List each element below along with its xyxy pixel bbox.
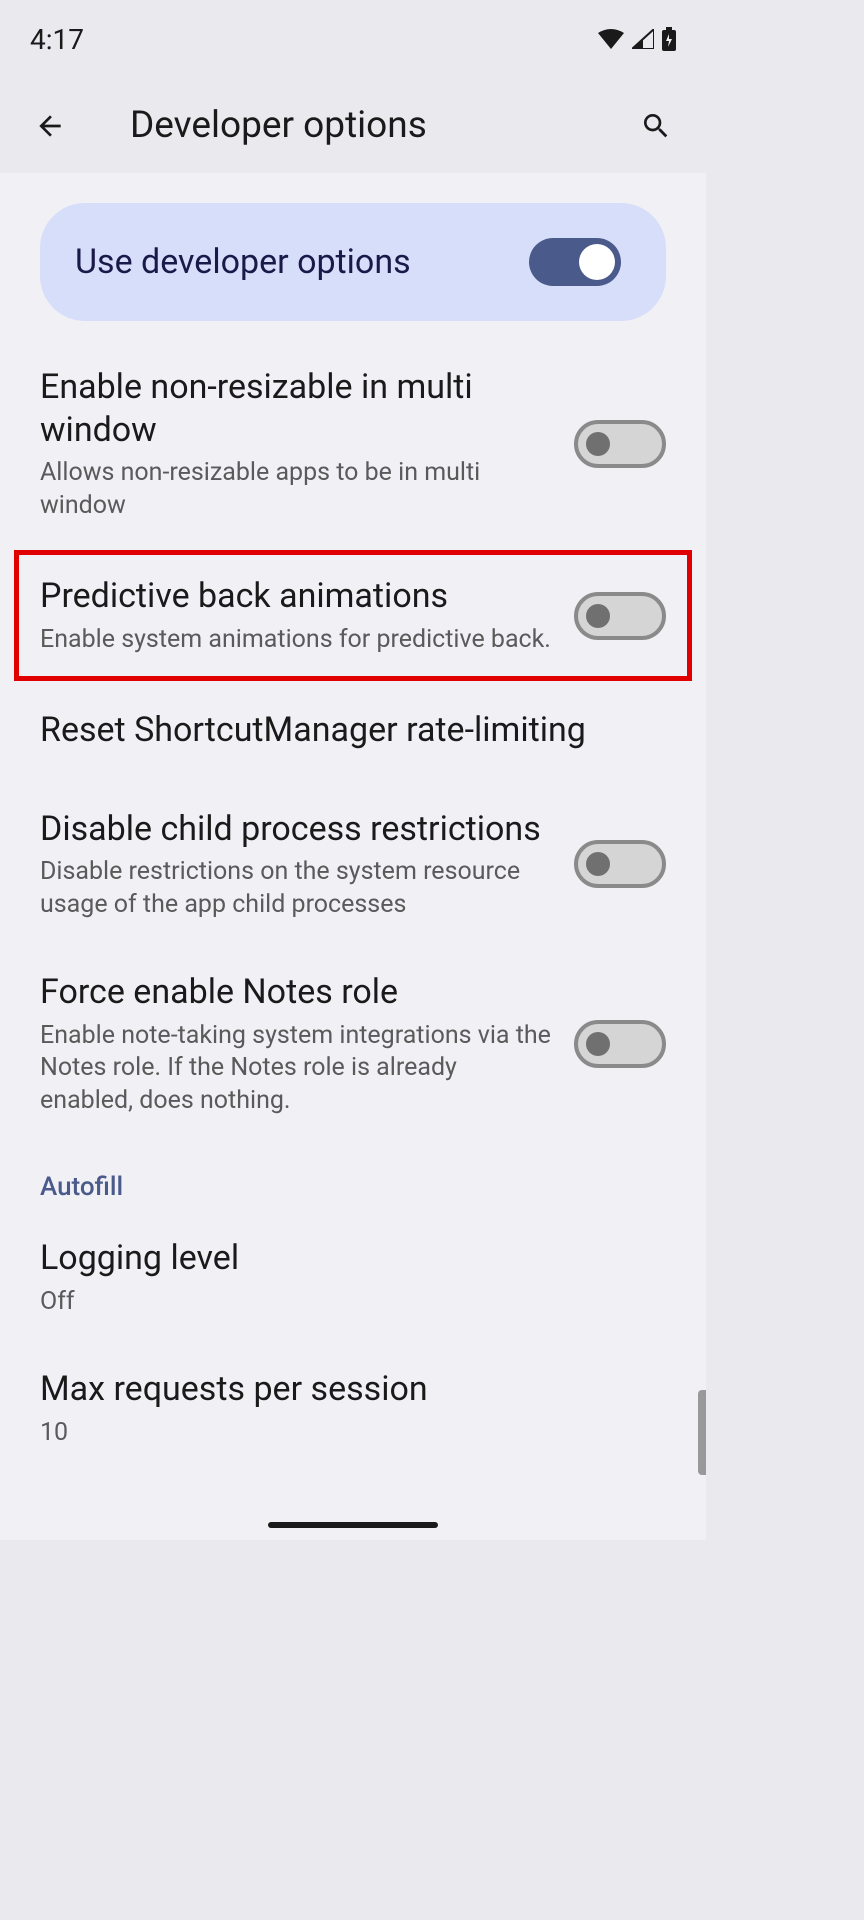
setting-text: Logging level Off xyxy=(40,1237,666,1318)
force-enable-notes-toggle[interactable] xyxy=(574,1020,666,1068)
setting-subtitle: Enable note-taking system integrations v… xyxy=(40,1020,554,1118)
disable-child-process-toggle[interactable] xyxy=(574,840,666,888)
setting-logging-level[interactable]: Logging level Off xyxy=(0,1212,706,1343)
setting-title: Predictive back animations xyxy=(40,575,554,618)
use-developer-options-card[interactable]: Use developer options xyxy=(40,203,666,321)
status-time: 4:17 xyxy=(30,23,84,56)
setting-text: Predictive back animations Enable system… xyxy=(40,575,554,656)
predictive-back-toggle[interactable] xyxy=(574,592,666,640)
signal-icon xyxy=(632,29,654,49)
page-title: Developer options xyxy=(130,104,636,147)
setting-title: Disable child process restrictions xyxy=(40,808,554,851)
setting-text: Force enable Notes role Enable note-taki… xyxy=(40,971,554,1117)
setting-title: Logging level xyxy=(40,1237,666,1280)
setting-text: Enable non-resizable in multi window All… xyxy=(40,366,554,522)
setting-text: Disable child process restrictions Disab… xyxy=(40,808,554,922)
search-icon xyxy=(640,110,672,142)
search-button[interactable] xyxy=(636,106,676,146)
setting-enable-non-resizable[interactable]: Enable non-resizable in multi window All… xyxy=(0,341,706,547)
enable-non-resizable-toggle[interactable] xyxy=(574,420,666,468)
setting-title: Reset ShortcutManager rate-limiting xyxy=(40,709,666,752)
setting-subtitle: Disable restrictions on the system resou… xyxy=(40,856,554,921)
setting-subtitle: 10 xyxy=(40,1417,666,1450)
use-developer-options-label: Use developer options xyxy=(75,242,411,282)
scrollbar[interactable] xyxy=(698,1390,706,1475)
battery-icon xyxy=(662,27,676,51)
wifi-icon xyxy=(598,29,624,49)
use-developer-options-toggle[interactable] xyxy=(529,238,621,286)
setting-title: Enable non-resizable in multi window xyxy=(40,366,554,451)
setting-title: Max requests per session xyxy=(40,1368,666,1411)
arrow-back-icon xyxy=(34,110,66,142)
setting-subtitle: Enable system animations for predictive … xyxy=(40,624,554,657)
app-header: Developer options xyxy=(0,78,706,173)
setting-disable-child-process[interactable]: Disable child process restrictions Disab… xyxy=(0,783,706,947)
setting-predictive-back-animations[interactable]: Predictive back animations Enable system… xyxy=(0,550,706,681)
status-icons xyxy=(598,27,676,51)
setting-max-requests[interactable]: Max requests per session 10 xyxy=(0,1343,706,1474)
setting-text: Max requests per session 10 xyxy=(40,1368,666,1449)
setting-title: Force enable Notes role xyxy=(40,971,554,1014)
setting-subtitle: Allows non-resizable apps to be in multi… xyxy=(40,457,554,522)
home-indicator[interactable] xyxy=(268,1522,438,1528)
setting-text: Reset ShortcutManager rate-limiting xyxy=(40,709,666,758)
setting-reset-shortcutmanager[interactable]: Reset ShortcutManager rate-limiting xyxy=(0,684,706,783)
settings-content: Use developer options Enable non-resizab… xyxy=(0,173,706,1474)
setting-force-enable-notes-role[interactable]: Force enable Notes role Enable note-taki… xyxy=(0,946,706,1142)
status-bar: 4:17 xyxy=(0,0,706,78)
autofill-section-header: Autofill xyxy=(0,1142,706,1212)
setting-subtitle: Off xyxy=(40,1286,666,1319)
back-button[interactable] xyxy=(30,106,70,146)
